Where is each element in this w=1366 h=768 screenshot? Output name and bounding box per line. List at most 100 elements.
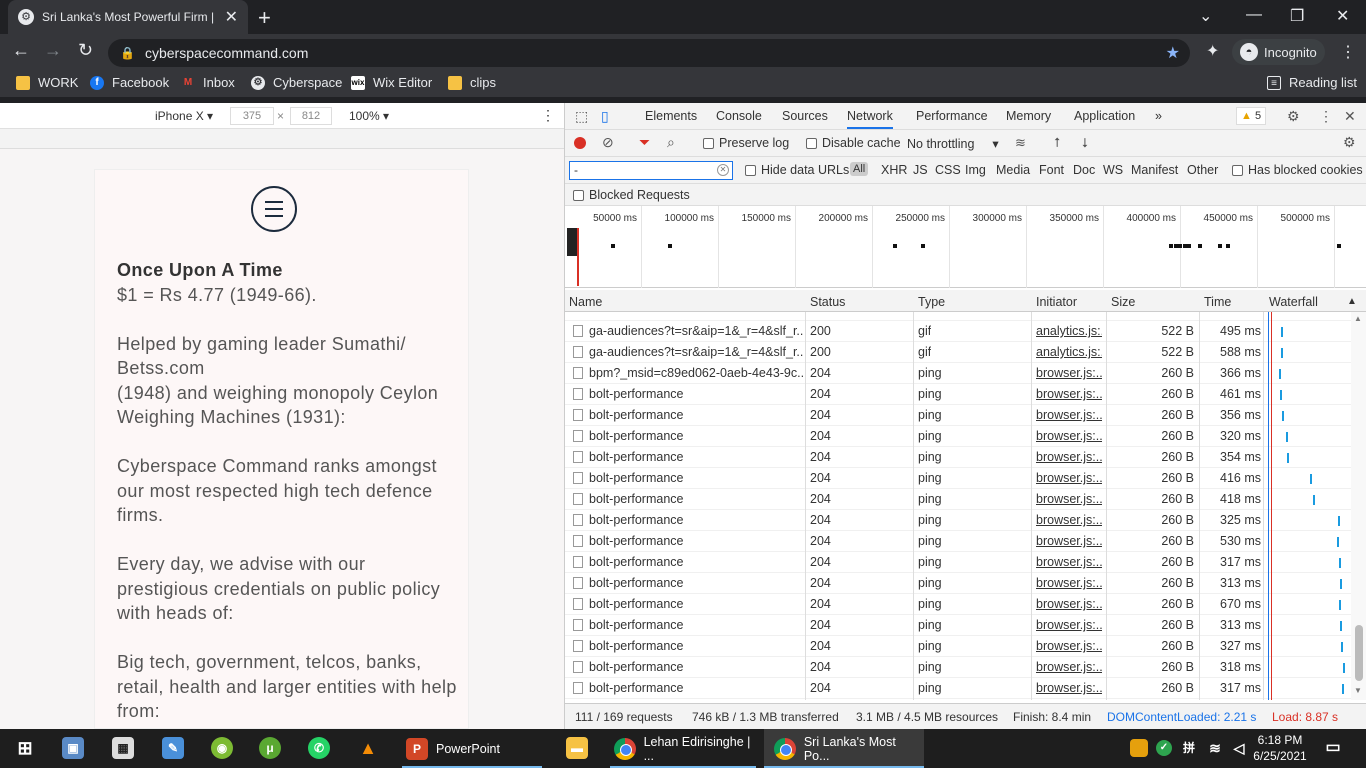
windows-start-icon[interactable]: ⊞ bbox=[14, 737, 36, 759]
request-initiator[interactable]: browser.js:... bbox=[1036, 681, 1102, 695]
request-initiator[interactable]: browser.js:... bbox=[1036, 513, 1102, 527]
type-filter-all[interactable]: All bbox=[850, 162, 869, 176]
bookmark-wix-editor[interactable]: wix Wix Editor bbox=[351, 75, 432, 90]
type-filter-css[interactable]: CSS bbox=[935, 163, 961, 177]
request-name[interactable]: ga-audiences?t=sr&aip=1&_r=4&slf_r... bbox=[589, 345, 803, 359]
throttling-select[interactable]: No throttling ▾ bbox=[907, 136, 999, 152]
back-icon[interactable]: ← bbox=[12, 40, 30, 61]
column-name[interactable]: Name bbox=[569, 295, 602, 309]
vlc-icon[interactable]: ▲ bbox=[357, 737, 379, 759]
new-tab-button[interactable]: + bbox=[258, 5, 271, 31]
request-initiator[interactable]: browser.js:... bbox=[1036, 618, 1102, 632]
table-row[interactable] bbox=[565, 312, 1351, 321]
bookmark-work[interactable]: WORK bbox=[16, 75, 78, 90]
tab-memory[interactable]: Memory bbox=[1006, 109, 1051, 123]
type-filter-ws[interactable]: WS bbox=[1103, 163, 1123, 177]
request-initiator[interactable]: browser.js:... bbox=[1036, 366, 1102, 380]
minimize-button[interactable]: — bbox=[1246, 6, 1262, 24]
column-size[interactable]: Size bbox=[1111, 295, 1135, 309]
column-time[interactable]: Time bbox=[1204, 295, 1231, 309]
has-blocked-cookies-checkbox[interactable]: Has blocked cookies bbox=[1232, 163, 1363, 177]
type-filter-media[interactable]: Media bbox=[996, 163, 1030, 177]
taskbar-powerpoint[interactable]: P PowerPoint bbox=[396, 729, 548, 768]
type-filter-font[interactable]: Font bbox=[1039, 163, 1064, 177]
search-icon[interactable]: ⌕ bbox=[667, 134, 675, 151]
table-row[interactable]: bolt-performance 204 ping browser.js:... 260… bbox=[565, 552, 1351, 573]
column-status[interactable]: Status bbox=[810, 295, 845, 309]
tab-network[interactable]: Network bbox=[847, 109, 893, 129]
column-initiator[interactable]: Initiator bbox=[1036, 295, 1077, 309]
wifi-icon[interactable]: ≋ bbox=[1204, 737, 1226, 759]
reload-icon[interactable]: ↻ bbox=[78, 40, 93, 61]
table-row[interactable]: bolt-performance 204 ping browser.js:... 260… bbox=[565, 405, 1351, 426]
table-row[interactable]: bolt-performance 204 ping browser.js:... 260… bbox=[565, 489, 1351, 510]
network-overview-timeline[interactable]: 50000 ms 100000 ms 150000 ms 200000 ms 25000… bbox=[565, 206, 1366, 288]
inspect-element-icon[interactable]: ⬚ bbox=[575, 108, 588, 125]
request-name[interactable]: bolt-performance bbox=[589, 618, 803, 632]
utorrent-icon[interactable]: μ bbox=[259, 737, 281, 759]
request-name[interactable]: bolt-performance bbox=[589, 429, 803, 443]
table-row[interactable]: bolt-performance 204 ping browser.js:... 260… bbox=[565, 615, 1351, 636]
close-devtools-icon[interactable]: ✕ bbox=[1344, 108, 1356, 125]
clear-filter-icon[interactable]: ✕ bbox=[717, 164, 729, 176]
volume-icon[interactable]: ◁ bbox=[1228, 737, 1250, 759]
tab-console[interactable]: Console bbox=[716, 109, 762, 123]
forward-icon[interactable]: → bbox=[44, 40, 62, 61]
disable-cache-checkbox[interactable]: Disable cache bbox=[806, 136, 901, 150]
security-tray-icon[interactable]: ✓ bbox=[1156, 740, 1172, 756]
notifications-icon[interactable]: ▭ bbox=[1322, 737, 1344, 759]
taskbar-chrome-window-1[interactable]: Lehan Edirisinghe | ... bbox=[604, 729, 762, 768]
tab-sources[interactable]: Sources bbox=[782, 109, 828, 123]
request-initiator[interactable]: analytics.js:... bbox=[1036, 324, 1102, 338]
request-name[interactable]: bolt-performance bbox=[589, 408, 803, 422]
table-row[interactable]: bolt-performance 204 ping browser.js:... 260… bbox=[565, 594, 1351, 615]
hide-data-urls-checkbox[interactable]: Hide data URLs bbox=[745, 163, 849, 177]
calculator-icon[interactable]: ▦ bbox=[112, 737, 134, 759]
android-icon[interactable]: ◉ bbox=[211, 737, 233, 759]
record-icon[interactable] bbox=[574, 137, 586, 149]
request-initiator[interactable]: browser.js:... bbox=[1036, 387, 1102, 401]
bookmark-facebook[interactable]: f Facebook bbox=[90, 75, 169, 90]
type-filter-manifest[interactable]: Manifest bbox=[1131, 163, 1178, 177]
request-name[interactable]: bpm?_msid=c89ed062-0aeb-4e43-9c... bbox=[589, 366, 803, 380]
preserve-log-checkbox[interactable]: Preserve log bbox=[703, 136, 789, 150]
table-row[interactable]: ga-audiences?t=sr&aip=1&_r=4&slf_r... 200… bbox=[565, 321, 1351, 342]
request-initiator[interactable]: browser.js:... bbox=[1036, 660, 1102, 674]
export-har-icon[interactable]: ⭣ bbox=[1082, 135, 1088, 151]
devtools-menu-icon[interactable]: ⋮ bbox=[1319, 108, 1333, 125]
table-row[interactable]: bolt-performance 204 ping browser.js:... 260… bbox=[565, 384, 1351, 405]
scrollbar-thumb[interactable] bbox=[1355, 625, 1363, 681]
more-tabs-button[interactable]: » bbox=[1155, 109, 1162, 123]
request-name[interactable]: bolt-performance bbox=[589, 660, 803, 674]
system-clock[interactable]: 6:18 PM 6/25/2021 bbox=[1250, 732, 1310, 764]
column-waterfall[interactable]: Waterfall bbox=[1269, 295, 1318, 309]
browser-menu-icon[interactable]: ⋮ bbox=[1340, 42, 1356, 62]
table-row[interactable]: ga-audiences?t=sr&aip=1&_r=4&slf_r... 200… bbox=[565, 342, 1351, 363]
table-row[interactable]: bolt-performance 204 ping browser.js:... 260… bbox=[565, 468, 1351, 489]
tab-performance[interactable]: Performance bbox=[916, 109, 988, 123]
device-toggle-icon[interactable]: ▯ bbox=[601, 108, 609, 125]
type-filter-xhr[interactable]: XHR bbox=[881, 163, 907, 177]
request-name[interactable]: bolt-performance bbox=[589, 450, 803, 464]
request-initiator[interactable]: browser.js:... bbox=[1036, 450, 1102, 464]
device-height-input[interactable]: 812 bbox=[290, 107, 332, 125]
request-initiator[interactable]: browser.js:... bbox=[1036, 534, 1102, 548]
bookmark-cyberspace[interactable]: ⚙ Cyberspace bbox=[251, 75, 342, 90]
taskbar-chrome-window-2[interactable]: Sri Lanka's Most Po... bbox=[764, 729, 924, 768]
address-bar[interactable]: 🔒 cyberspacecommand.com ★ bbox=[108, 39, 1190, 67]
clear-icon[interactable]: ⊘ bbox=[602, 134, 614, 151]
network-settings-icon[interactable]: ⚙ bbox=[1343, 134, 1356, 151]
reading-list-button[interactable]: ≡ Reading list bbox=[1267, 75, 1357, 90]
request-name[interactable]: bolt-performance bbox=[589, 639, 803, 653]
request-name[interactable]: bolt-performance bbox=[589, 513, 803, 527]
request-initiator[interactable]: analytics.js:... bbox=[1036, 345, 1102, 359]
table-row[interactable]: bolt-performance 204 ping browser.js:... 260… bbox=[565, 678, 1351, 699]
request-name[interactable]: bolt-performance bbox=[589, 387, 803, 401]
table-row[interactable]: bolt-performance 204 ping browser.js:... 260… bbox=[565, 657, 1351, 678]
restore-button[interactable]: ❐ bbox=[1290, 6, 1304, 26]
type-filter-doc[interactable]: Doc bbox=[1073, 163, 1095, 177]
filter-input[interactable]: - ✕ bbox=[569, 161, 733, 180]
request-name[interactable]: bolt-performance bbox=[589, 681, 803, 695]
table-row[interactable]: bolt-performance 204 ping browser.js:... 260… bbox=[565, 510, 1351, 531]
extensions-puzzle-icon[interactable]: ✦ bbox=[1206, 41, 1219, 61]
